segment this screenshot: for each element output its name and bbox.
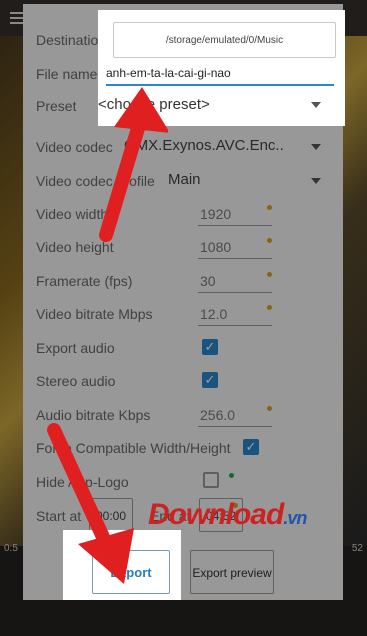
stereo-audio-checkbox[interactable]: ✓ [202,372,218,388]
field-underline [198,426,272,427]
time-right: 52 [351,543,363,554]
chevron-down-icon[interactable] [311,144,321,150]
field-underline [198,225,272,226]
red-arrow-icon [47,423,134,584]
file-name-label: File name [36,66,98,82]
framerate-label: Framerate (fps) [36,273,133,289]
indicator-dot [267,305,272,310]
download-vn-logo: Download.vn [148,498,307,532]
audio-bitrate-input[interactable]: 256.0 [200,407,235,423]
indicator-dot [229,473,234,478]
menu-icon[interactable] [10,12,24,24]
field-underline [198,325,272,326]
export-audio-label: Export audio [36,340,115,356]
chevron-down-icon[interactable] [311,102,321,108]
logo-text: Download [148,498,284,531]
time-left: 0:5 [4,543,18,554]
framerate-input[interactable]: 30 [200,273,216,289]
chevron-down-icon[interactable] [311,178,321,184]
indicator-dot [267,205,272,210]
video-bitrate-input[interactable]: 12.0 [200,306,227,322]
indicator-dot [267,272,272,277]
video-width-input[interactable]: 1920 [200,206,231,222]
field-underline [198,292,272,293]
destination-field[interactable]: /storage/emulated/0/Music [113,22,336,58]
export-preview-button[interactable]: Export preview [190,550,274,594]
red-arrow-icon [99,87,168,242]
destination-label: Destination [36,32,107,48]
export-audio-checkbox[interactable]: ✓ [202,339,218,355]
video-height-input[interactable]: 1080 [200,239,231,255]
video-codec-profile-value[interactable]: Main [168,171,201,188]
indicator-dot [267,238,272,243]
video-bitrate-label: Video bitrate Mbps [36,306,153,322]
stereo-audio-label: Stereo audio [36,373,116,389]
field-underline [198,258,272,259]
force-compatible-checkbox[interactable]: ✓ [243,439,259,455]
hide-logo-checkbox[interactable] [203,472,219,488]
indicator-dot [267,406,272,411]
logo-suffix: .vn [283,508,307,528]
preset-label: Preset [36,98,77,114]
